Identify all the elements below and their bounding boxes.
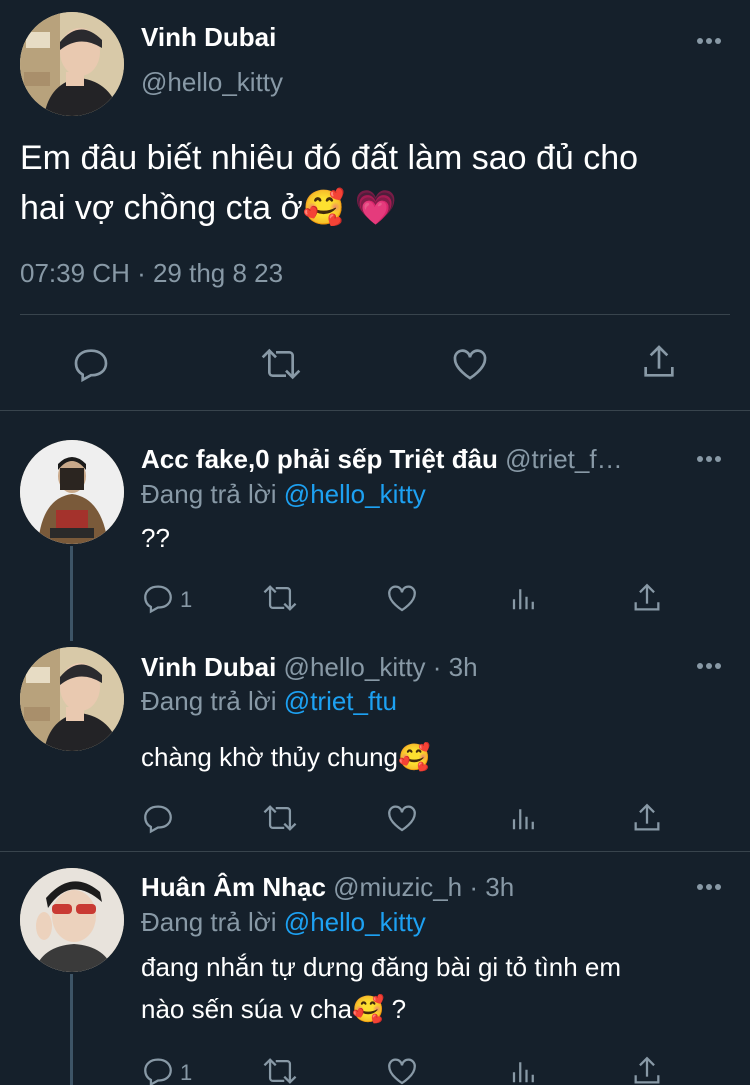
analytics-icon[interactable] (508, 803, 540, 833)
avatar[interactable] (20, 647, 124, 751)
author-handle[interactable]: @hello_kitty (141, 67, 283, 98)
share-icon[interactable] (630, 801, 664, 835)
author-handle[interactable]: @hello_kitty · 3h (284, 652, 478, 682)
tweet-text: Em đâu biết nhiêu đó đất làm sao đủ cho … (20, 133, 730, 233)
avatar-photo (20, 868, 124, 972)
reply-tweet[interactable]: Vinh Dubai @hello_kitty · 3h Đang trả lờ… (0, 641, 750, 851)
retweet-icon[interactable] (261, 1054, 299, 1085)
replying-to-link[interactable]: @hello_kitty (284, 479, 426, 509)
tweet-timestamp[interactable]: 07:39 CH · 29 thg 8 23 (20, 258, 283, 289)
reply-text: đang nhắn tự dưng đăng bài gi tỏ tình em… (141, 946, 701, 1030)
author-name[interactable]: Huân Âm Nhạc (141, 872, 326, 902)
replying-prefix: Đang trả lời (141, 479, 277, 509)
reply-icon[interactable] (141, 801, 175, 835)
divider (20, 314, 730, 315)
analytics-icon[interactable] (508, 1056, 540, 1085)
retweet-icon[interactable] (261, 801, 299, 835)
share-icon[interactable] (630, 581, 664, 615)
author-name[interactable]: Vinh Dubai (141, 22, 276, 53)
avatar[interactable] (20, 12, 124, 116)
reply-text: ?? (141, 523, 170, 553)
like-icon[interactable] (449, 344, 491, 384)
replying-to: Đang trả lời @triet_ftu (141, 686, 397, 717)
author-handle[interactable]: @triet_f… (505, 444, 622, 474)
more-icon[interactable] (696, 662, 722, 670)
reply-text-line: nào sến súa v cha🥰 ? (141, 994, 407, 1024)
analytics-icon[interactable] (508, 583, 540, 613)
reply-header: Acc fake,0 phải sếp Triệt đâu @triet_f… (141, 444, 623, 475)
replying-to-link[interactable]: @triet_ftu (284, 686, 397, 716)
author-name[interactable]: Acc fake,0 phải sếp Triệt đâu (141, 444, 498, 474)
tweet-text-line: hai vợ chồng cta ở🥰 💗 (20, 189, 397, 227)
share-icon[interactable] (630, 1054, 664, 1085)
share-icon[interactable] (639, 342, 679, 382)
tweet-text-line: Em đâu biết nhiêu đó đất làm sao đủ cho (20, 139, 639, 177)
reply-icon[interactable] (141, 581, 175, 615)
retweet-icon[interactable] (261, 581, 299, 615)
more-icon[interactable] (696, 883, 722, 891)
replying-to-link[interactable]: @hello_kitty (284, 907, 426, 937)
avatar-photo (20, 12, 124, 116)
reply-tweet[interactable]: Acc fake,0 phải sếp Triệt đâu @triet_f… … (0, 411, 750, 641)
more-icon[interactable] (696, 455, 722, 463)
replying-to: Đang trả lời @hello_kitty (141, 479, 426, 510)
replying-prefix: Đang trả lời (141, 907, 277, 937)
reply-header: Vinh Dubai @hello_kitty · 3h (141, 652, 478, 683)
avatar[interactable] (20, 868, 124, 972)
reply-icon[interactable] (141, 1054, 175, 1085)
reply-count: 1 (180, 587, 193, 612)
like-icon[interactable] (384, 581, 420, 615)
like-icon[interactable] (384, 1054, 420, 1085)
tweet-detail-page: Vinh Dubai @hello_kitty Em đâu biết nhiê… (0, 0, 750, 1085)
thread-line (70, 974, 73, 1085)
reply-icon[interactable] (71, 344, 111, 384)
reply-text: chàng khờ thủy chung🥰 (141, 742, 431, 772)
author-handle[interactable]: @miuzic_h · 3h (333, 872, 514, 902)
avatar-photo (20, 440, 124, 544)
replying-to: Đang trả lời @hello_kitty (141, 907, 426, 938)
retweet-icon[interactable] (259, 344, 303, 384)
avatar[interactable] (20, 440, 124, 544)
more-icon[interactable] (696, 37, 722, 45)
reply-count: 1 (180, 1060, 193, 1085)
reply-header: Huân Âm Nhạc @miuzic_h · 3h (141, 872, 514, 903)
author-name[interactable]: Vinh Dubai (141, 652, 276, 682)
reply-tweet[interactable]: Huân Âm Nhạc @miuzic_h · 3h Đang trả lời… (0, 852, 750, 1085)
replying-prefix: Đang trả lời (141, 686, 277, 716)
main-tweet: Vinh Dubai @hello_kitty Em đâu biết nhiê… (0, 0, 750, 410)
reply-text-line: đang nhắn tự dưng đăng bài gi tỏ tình em (141, 952, 622, 982)
like-icon[interactable] (384, 801, 420, 835)
thread-line (70, 546, 73, 641)
avatar-photo (20, 647, 124, 751)
